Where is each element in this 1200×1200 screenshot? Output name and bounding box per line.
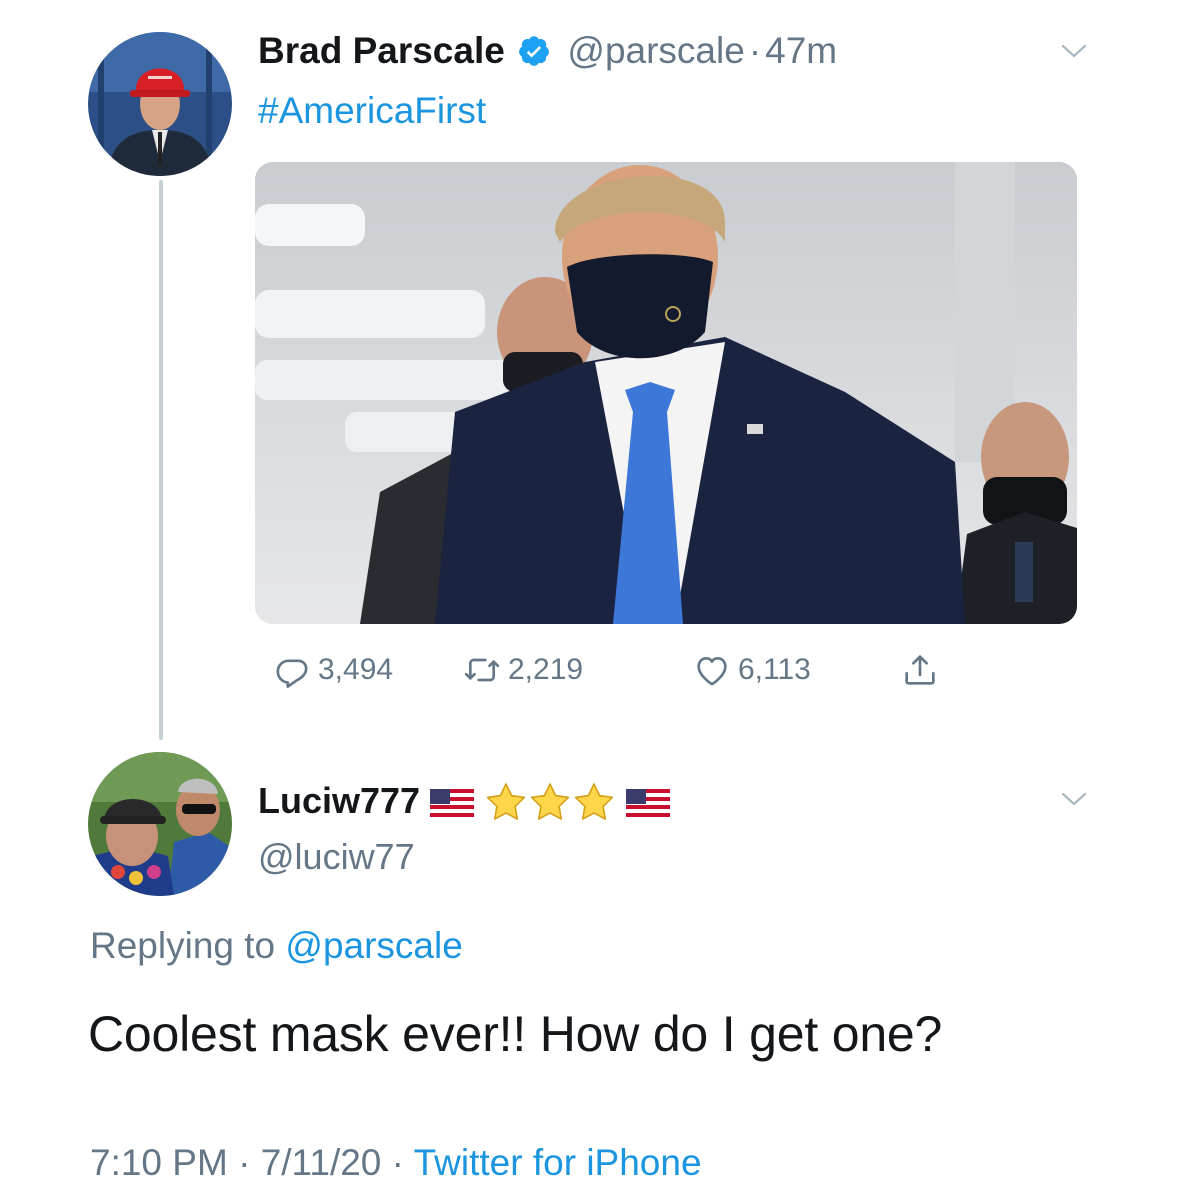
- separator-dot: ·: [238, 1142, 251, 1183]
- tweet-time[interactable]: 47m: [765, 30, 837, 71]
- reply-action[interactable]: 3,494: [272, 648, 393, 692]
- replying-handle-link[interactable]: @parscale: [285, 925, 462, 966]
- source-link[interactable]: Twitter for iPhone: [414, 1142, 702, 1183]
- hashtag-link[interactable]: #AmericaFirst: [258, 90, 486, 131]
- reply-avatar[interactable]: [88, 752, 232, 896]
- tweet-photo[interactable]: [255, 162, 1077, 624]
- like-action[interactable]: 6,113: [692, 648, 811, 692]
- reply-text: Coolest mask ever!! How do I get one?: [88, 1006, 943, 1062]
- replying-label: Replying to: [90, 925, 276, 966]
- reply-display-name[interactable]: Luciw777: [258, 780, 420, 821]
- reply-date[interactable]: 7/11/20: [261, 1142, 382, 1183]
- separator-dot: ·: [748, 30, 762, 71]
- tweet-footer: 7:10 PM · 7/11/20 · Twitter for iPhone: [90, 1142, 702, 1184]
- retweet-action[interactable]: 2,219: [462, 648, 583, 692]
- author-avatar[interactable]: [88, 32, 232, 176]
- star-icon: [574, 783, 614, 821]
- thread-line: [159, 180, 163, 740]
- like-count: 6,113: [738, 653, 811, 686]
- like-icon: [697, 657, 727, 686]
- retweet-icon: [464, 658, 500, 682]
- replying-to: Replying to @parscale: [90, 925, 463, 967]
- separator-dot: ·: [391, 1142, 404, 1183]
- star-icon: [486, 783, 526, 821]
- retweet-count: 2,219: [508, 653, 584, 686]
- us-flag-icon: [626, 789, 671, 818]
- chevron-down-icon[interactable]: [1060, 790, 1088, 808]
- author-name[interactable]: Brad Parscale: [258, 30, 505, 71]
- chevron-down-icon[interactable]: [1060, 42, 1088, 60]
- reply-handle[interactable]: @luciw77: [258, 836, 415, 878]
- reply-count: 3,494: [318, 653, 394, 686]
- share-action[interactable]: [900, 648, 940, 692]
- reply-time[interactable]: 7:10 PM: [90, 1142, 228, 1183]
- author-handle[interactable]: @parscale: [567, 30, 744, 71]
- author-header: Brad Parscale @parscale · 47m: [258, 30, 837, 72]
- reply-header: Luciw777: [258, 780, 671, 825]
- star-icon: [530, 783, 570, 821]
- us-flag-icon: [430, 789, 475, 818]
- reply-icon: [276, 659, 308, 688]
- verified-badge-icon: [519, 36, 550, 66]
- share-icon: [905, 655, 935, 685]
- tweet-text[interactable]: #AmericaFirst: [258, 90, 486, 132]
